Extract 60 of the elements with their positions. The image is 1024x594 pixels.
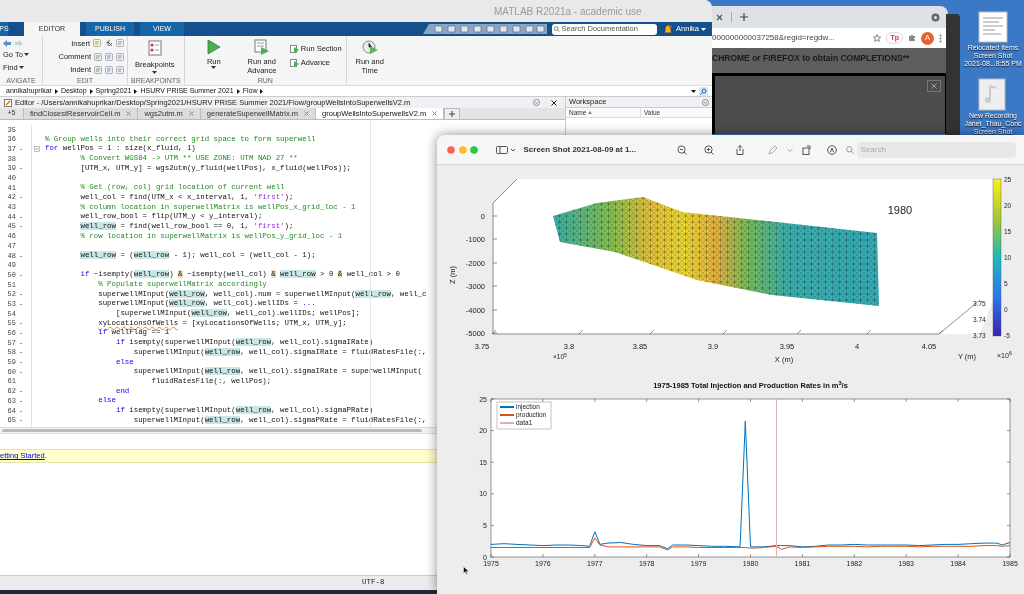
chevron-icon: [54, 88, 58, 94]
url-text[interactable]: 000000000037258&regid=regdw...: [712, 32, 869, 44]
edit-tool-icon: [105, 65, 113, 74]
edit-tool-icon: [94, 65, 102, 74]
function-icon[interactable]: [104, 39, 113, 48]
search-icon[interactable]: [845, 145, 854, 154]
edit-tool-icon: [116, 65, 124, 74]
bell-icon[interactable]: [664, 24, 673, 34]
chevron-icon: [260, 88, 264, 94]
chevron-icon: [89, 88, 93, 94]
banner-text: CHROME or FIREFOX to obtain COMPLETIONS**: [712, 52, 911, 65]
share-icon[interactable]: [734, 144, 745, 155]
search-icon[interactable]: [699, 86, 708, 96]
edit-tool-icon: [116, 39, 124, 48]
caret-icon: [152, 70, 158, 74]
chevron-icon: [236, 88, 240, 94]
more-icon[interactable]: [939, 33, 942, 43]
puzzle-icon[interactable]: [908, 34, 916, 42]
mouse-pointer-icon: [463, 566, 469, 575]
close-icon: [304, 111, 310, 116]
document-title: Screen Shot 2021-08-09 at 1...: [523, 143, 637, 156]
window-title: MATLAB R2021a - academic use: [494, 4, 642, 19]
plus-icon[interactable]: [740, 13, 748, 21]
run-icon: [204, 38, 223, 56]
record-icon[interactable]: [931, 12, 940, 22]
edit-tool-icon: [105, 52, 113, 61]
arrow-icons[interactable]: [3, 39, 23, 47]
rotate-icon[interactable]: [801, 144, 812, 155]
document-thumbnail-icon[interactable]: [975, 8, 1011, 44]
breakpoints-icon: [145, 39, 164, 58]
pencil-icon: [4, 98, 12, 107]
caret-icon: [23, 52, 29, 56]
caret-icon[interactable]: [691, 89, 696, 93]
search-icon: [554, 26, 560, 32]
close-icon: [432, 111, 438, 116]
run-step-icon: [289, 44, 299, 53]
caret-icon: [18, 66, 24, 70]
dropdown-icon[interactable]: [702, 98, 709, 106]
chevron-icon: [134, 88, 138, 94]
run-step-icon: [289, 58, 299, 67]
close-icon: [126, 111, 132, 116]
time-icon: [360, 38, 379, 56]
plus-icon[interactable]: [444, 108, 461, 120]
sort-up-icon: [588, 111, 593, 114]
zoom-out-icon[interactable]: [676, 144, 687, 155]
star-icon[interactable]: [873, 34, 882, 42]
caret-icon: [211, 66, 217, 69]
edit-tool-icon: [116, 52, 124, 61]
sidebar-icon[interactable]: [495, 145, 516, 154]
legend-box: [496, 401, 552, 430]
edit-tool-icon: [94, 52, 102, 61]
edit-tool-icon: [93, 39, 101, 48]
year-label: 1980: [887, 204, 913, 216]
close-icon[interactable]: [551, 99, 557, 106]
zoom-in-icon[interactable]: [703, 144, 714, 155]
markup-icon[interactable]: [826, 144, 837, 155]
close-icon: [188, 111, 194, 116]
dropdown-icon[interactable]: [533, 99, 540, 106]
caret-icon: [701, 27, 706, 31]
quick-access-toolbar[interactable]: [423, 23, 548, 35]
